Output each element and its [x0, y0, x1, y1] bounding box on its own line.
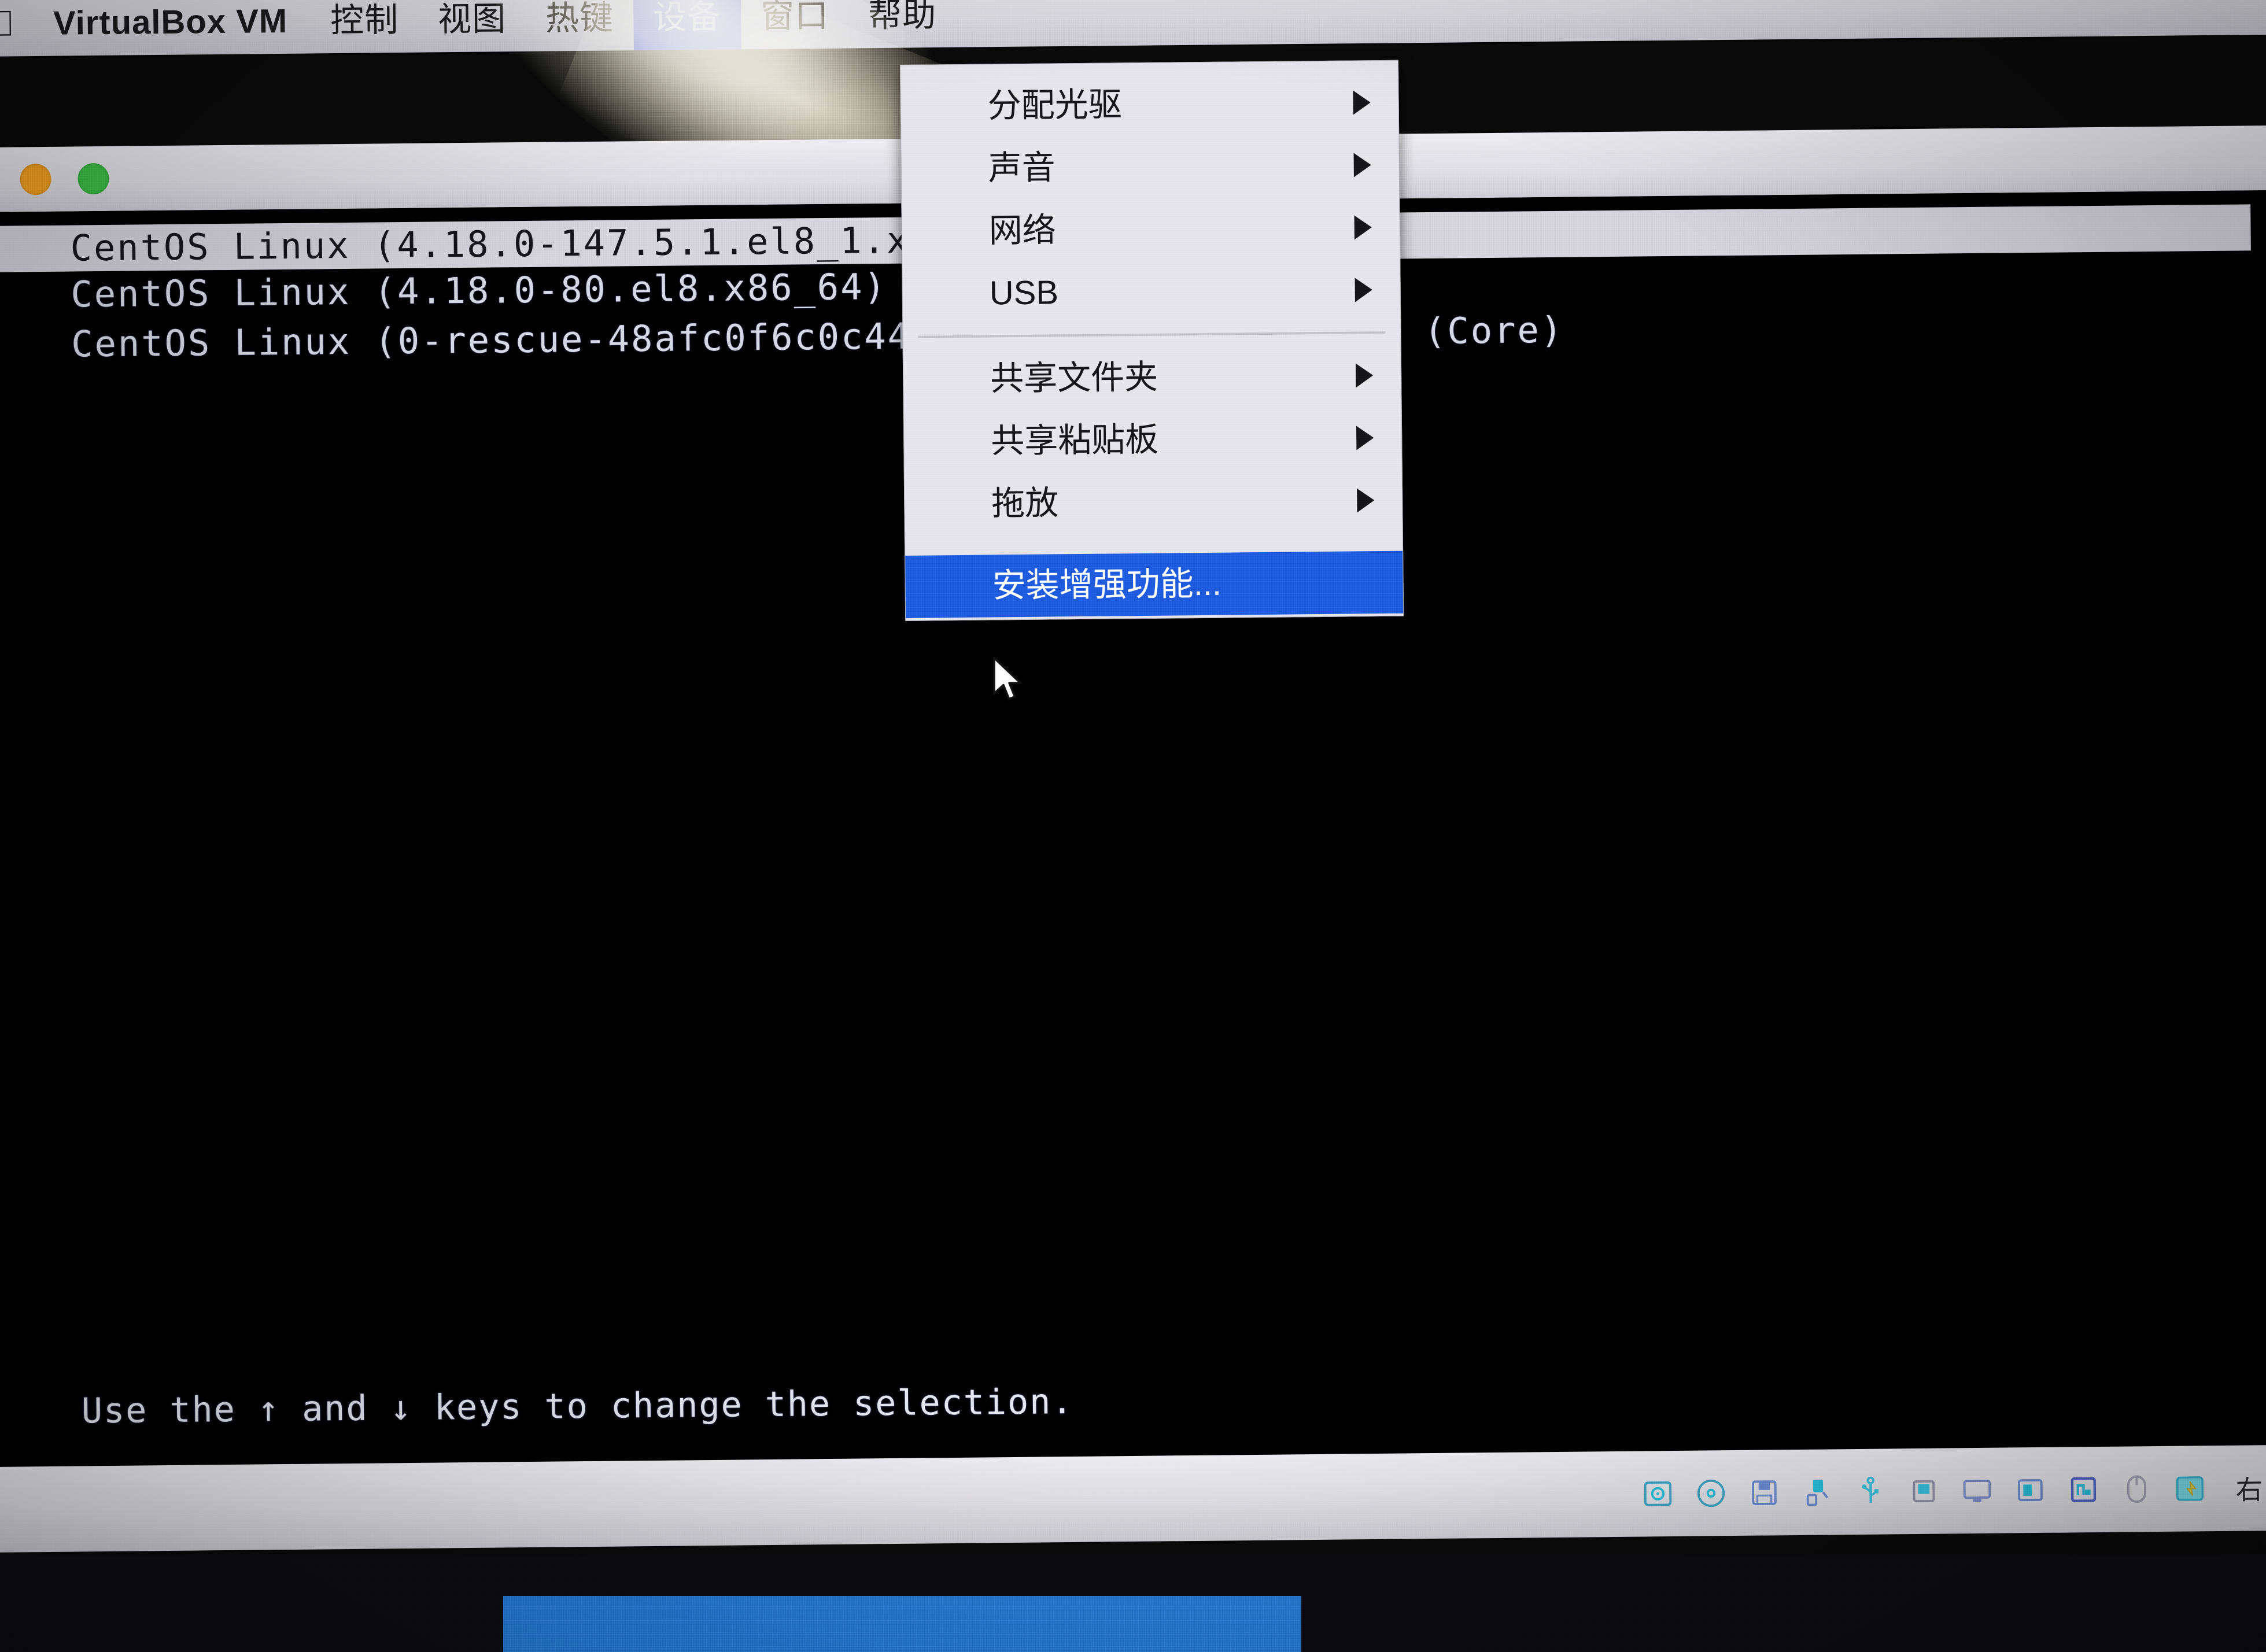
menu-separator [918, 331, 1386, 338]
menu-devices[interactable]: 设备 [633, 0, 741, 51]
menu-item-install-guest-additions[interactable]: 安装增强功能... [905, 550, 1404, 618]
menu-item-shared-folders[interactable]: 共享文件夹 [903, 344, 1401, 411]
menu-item-label: 拖放 [991, 484, 1059, 523]
shared-folder-icon[interactable] [1907, 1474, 1941, 1509]
keyboard-icon[interactable] [2173, 1472, 2207, 1506]
menu-item-label: 安装增强功能... [992, 564, 1222, 605]
menu-help[interactable]: 帮助 [848, 0, 957, 49]
photographed-screen:  VirtualBox VM 控制 视图 热键 设备 窗口 帮助 CentOS… [0, 0, 2266, 1652]
desktop-blue-window-strip [503, 1596, 1301, 1652]
network-icon[interactable] [1800, 1475, 1835, 1509]
macos-menu-bar:  VirtualBox VM 控制 视图 热键 设备 窗口 帮助 [0, 0, 2266, 57]
menu-item-label: 共享粘贴板 [990, 420, 1159, 460]
submenu-arrow-icon [1353, 90, 1371, 115]
display-icon[interactable] [1960, 1474, 1994, 1508]
submenu-arrow-icon [1355, 278, 1372, 302]
menu-item-label: 声音 [988, 149, 1056, 187]
submenu-arrow-icon [1357, 488, 1375, 513]
mouse-icon[interactable] [2120, 1472, 2154, 1506]
grub-help-line: Use the ↑ and ↓ keys to change the selec… [81, 1381, 1074, 1432]
menu-hotkeys[interactable]: 热键 [526, 0, 634, 51]
video-capture-icon[interactable] [2013, 1473, 2047, 1507]
submenu-arrow-icon [1353, 153, 1371, 178]
apple-menu-icon[interactable]:  [0, 0, 31, 57]
menu-item-label: USB [989, 274, 1059, 312]
menu-item-usb[interactable]: USB [902, 258, 1400, 326]
usb-icon[interactable] [1854, 1474, 1888, 1509]
menu-view[interactable]: 视图 [418, 0, 526, 53]
grub-help-text: Use the ↑ and ↓ keys to change the selec… [80, 1259, 1518, 1467]
minimize-button[interactable] [20, 163, 51, 195]
menu-item-label: 共享文件夹 [990, 358, 1158, 398]
submenu-arrow-icon [1356, 426, 1374, 450]
submenu-arrow-icon [1355, 363, 1374, 388]
floppy-disk-icon[interactable] [1747, 1476, 1781, 1510]
zoom-button[interactable] [77, 162, 109, 195]
devices-dropdown-menu[interactable]: 分配光驱 声音 网络 USB 共享文件夹 共享粘贴板 拖放 安装增强功能... [900, 60, 1404, 621]
menu-item-audio[interactable]: 声音 [901, 134, 1399, 201]
menu-item-assign-optical-drive[interactable]: 分配光驱 [901, 71, 1398, 138]
optical-disk-icon[interactable] [1694, 1476, 1728, 1510]
menu-item-shared-clipboard[interactable]: 共享粘贴板 [904, 406, 1402, 474]
remote-desktop-icon[interactable] [2066, 1473, 2101, 1507]
submenu-arrow-icon [1354, 215, 1372, 240]
hard-disk-icon[interactable] [1641, 1477, 1675, 1511]
menu-item-network[interactable]: 网络 [902, 196, 1400, 263]
menu-item-label: 分配光驱 [987, 86, 1123, 125]
menu-control[interactable]: 控制 [311, 0, 419, 53]
active-app-name[interactable]: VirtualBox VM [29, 0, 311, 56]
menu-window[interactable]: 窗口 [741, 0, 849, 49]
host-key-indicator: 右 ⌘ [2235, 1474, 2266, 1505]
mouse-cursor-icon [992, 656, 1022, 700]
menu-item-label: 网络 [988, 211, 1057, 250]
menu-item-drag-and-drop[interactable]: 拖放 [905, 469, 1403, 536]
